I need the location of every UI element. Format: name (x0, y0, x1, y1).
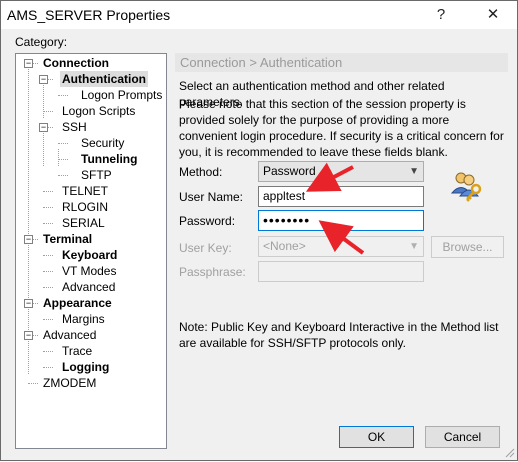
annotation-arrow-username (305, 162, 354, 192)
properties-dialog: AMS_SERVER Properties ? ✕ Category: − Con… (0, 0, 518, 461)
ok-button[interactable]: OK (339, 426, 414, 448)
resize-grip-icon[interactable] (505, 448, 515, 458)
annotation-arrows (305, 162, 365, 255)
annotation-arrow-password (318, 220, 365, 255)
cancel-button[interactable]: Cancel (425, 426, 500, 448)
